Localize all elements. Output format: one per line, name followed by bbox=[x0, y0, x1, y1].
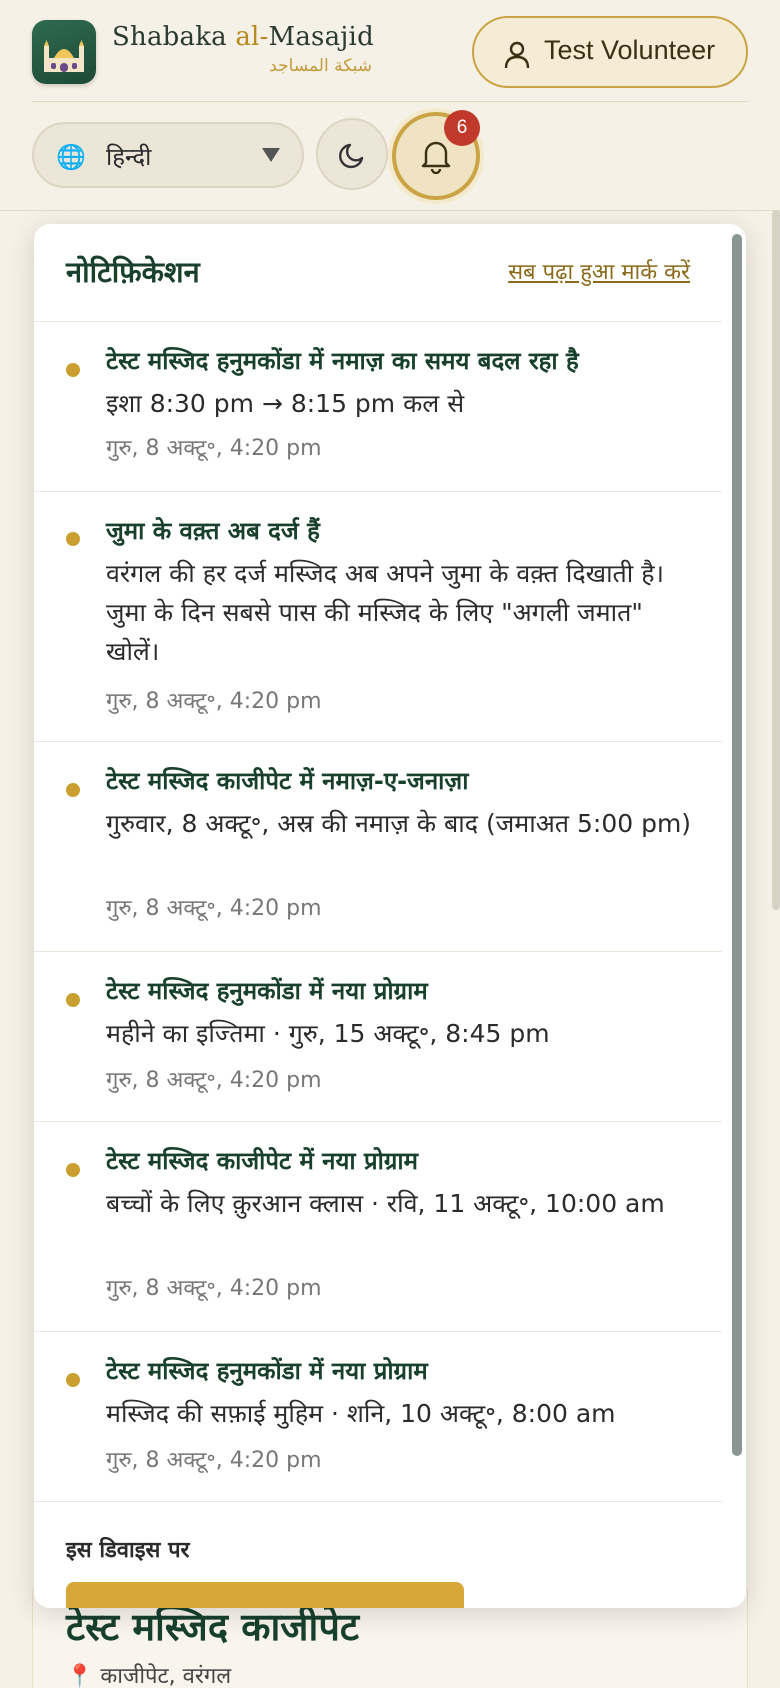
notification-body: बच्चों के लिए क़ुरआन क्लास · रवि, 11 अक्… bbox=[106, 1189, 665, 1218]
unread-dot-icon bbox=[66, 1373, 80, 1387]
device-section-label: इस डिवाइस पर bbox=[66, 1538, 190, 1563]
mosque-icon bbox=[44, 40, 84, 72]
app-logo[interactable] bbox=[32, 20, 96, 84]
notification-body: महीने का इज्तिमा · गुरु, 15 अक्टू॰, 8:45… bbox=[106, 1019, 550, 1048]
moon-icon bbox=[339, 143, 364, 169]
mark-all-read-link[interactable]: सब पढ़ा हुआ मार्क करें bbox=[508, 256, 690, 286]
panel-scrollbar[interactable] bbox=[732, 234, 742, 1456]
brand-name: Shabaka al-Masajid bbox=[112, 22, 374, 52]
profile-button[interactable]: Test Volunteer bbox=[472, 16, 748, 88]
globe-icon: 🌐 bbox=[56, 143, 86, 171]
toolbar-divider bbox=[0, 210, 780, 211]
unread-dot-icon bbox=[66, 363, 80, 377]
profile-label: Test Volunteer bbox=[544, 35, 716, 65]
unread-dot-icon bbox=[66, 993, 80, 1007]
notification-time: गुरु, 8 अक्टू॰, 4:20 pm bbox=[106, 1448, 322, 1473]
notification-time: गुरु, 8 अक्टू॰, 4:20 pm bbox=[106, 689, 322, 714]
theme-toggle-button[interactable] bbox=[316, 118, 388, 190]
brand-name-arabic: شبكة المساجد bbox=[269, 56, 372, 76]
notification-time: गुरु, 8 अक्टू॰, 4:20 pm bbox=[106, 436, 322, 461]
brand-part-3: Masajid bbox=[268, 22, 374, 52]
language-select[interactable]: 🌐 हिन्दी bbox=[32, 122, 304, 188]
notification-time: गुरु, 8 अक्टू॰, 4:20 pm bbox=[106, 896, 322, 921]
notification-body: इशा 8:30 pm → 8:15 pm कल से bbox=[106, 389, 465, 418]
notification-item[interactable]: टेस्ट मस्जिद हनुमकोंडा में नमाज़ का समय … bbox=[34, 322, 722, 492]
brand-part-2: al- bbox=[235, 22, 269, 52]
notification-title: जुमा के वक़्त अब दर्ज हैं bbox=[106, 517, 320, 545]
user-icon bbox=[504, 41, 530, 69]
bell-icon bbox=[421, 141, 451, 174]
notification-time: गुरु, 8 अक्टू॰, 4:20 pm bbox=[106, 1276, 322, 1301]
notifications-panel: नोटिफ़िकेशन सब पढ़ा हुआ मार्क करें टेस्ट… bbox=[34, 224, 746, 1608]
brand-part-1: Shabaka bbox=[112, 22, 236, 52]
follow-mosque-button[interactable] bbox=[66, 1582, 464, 1608]
notification-item[interactable]: टेस्ट मस्जिद हनुमकोंडा में नया प्रोग्राम… bbox=[34, 952, 722, 1122]
notification-item[interactable]: जुमा के वक़्त अब दर्ज हैं वरंगल की हर दर… bbox=[34, 492, 722, 742]
pin-icon: 📍 bbox=[66, 1664, 94, 1688]
notification-title: टेस्ट मस्जिद काजीपेट में नमाज़-ए-जनाज़ा bbox=[106, 767, 469, 795]
notifications-header: नोटिफ़िकेशन सब पढ़ा हुआ मार्क करें bbox=[34, 224, 722, 322]
notifications-title: नोटिफ़िकेशन bbox=[66, 255, 200, 289]
language-value: हिन्दी bbox=[106, 143, 152, 171]
notification-body: वरंगल की हर दर्ज मस्जिद अब अपने जुमा के … bbox=[106, 559, 664, 666]
notification-body: मस्जिद की सफ़ाई मुहिम · शनि, 10 अक्टू॰, … bbox=[106, 1399, 616, 1428]
notification-item[interactable]: टेस्ट मस्जिद काजीपेट में नमाज़-ए-जनाज़ा … bbox=[34, 742, 722, 952]
unread-dot-icon bbox=[66, 1163, 80, 1177]
notification-title: टेस्ट मस्जिद काजीपेट में नया प्रोग्राम bbox=[106, 1147, 418, 1175]
notification-item[interactable]: टेस्ट मस्जिद हनुमकोंडा में नया प्रोग्राम… bbox=[34, 1332, 722, 1502]
notification-time: गुरु, 8 अक्टू॰, 4:20 pm bbox=[106, 1068, 322, 1093]
notification-title: टेस्ट मस्जिद हनुमकोंडा में नमाज़ का समय … bbox=[106, 347, 579, 375]
unread-dot-icon bbox=[66, 532, 80, 546]
page-scrollbar[interactable] bbox=[772, 210, 780, 910]
app-header: Shabaka al-Masajid شبكة المساجد Test Vol… bbox=[32, 16, 748, 102]
unread-dot-icon bbox=[66, 783, 80, 797]
mosque-card-location: 📍 काजीपेट, वरंगल bbox=[66, 1660, 231, 1688]
mosque-card-location-text: काजीपेट, वरंगल bbox=[100, 1664, 232, 1688]
notification-title: टेस्ट मस्जिद हनुमकोंडा में नया प्रोग्राम bbox=[106, 977, 428, 1005]
notification-body: गुरुवार, 8 अक्टू॰, अस्र की नमाज़ के बाद … bbox=[106, 809, 692, 838]
notification-item[interactable]: टेस्ट मस्जिद काजीपेट में नया प्रोग्राम ब… bbox=[34, 1122, 722, 1332]
caret-down-icon bbox=[262, 148, 280, 162]
notification-count-badge: 6 bbox=[444, 110, 480, 146]
notification-title: टेस्ट मस्जिद हनुमकोंडा में नया प्रोग्राम bbox=[106, 1357, 428, 1385]
